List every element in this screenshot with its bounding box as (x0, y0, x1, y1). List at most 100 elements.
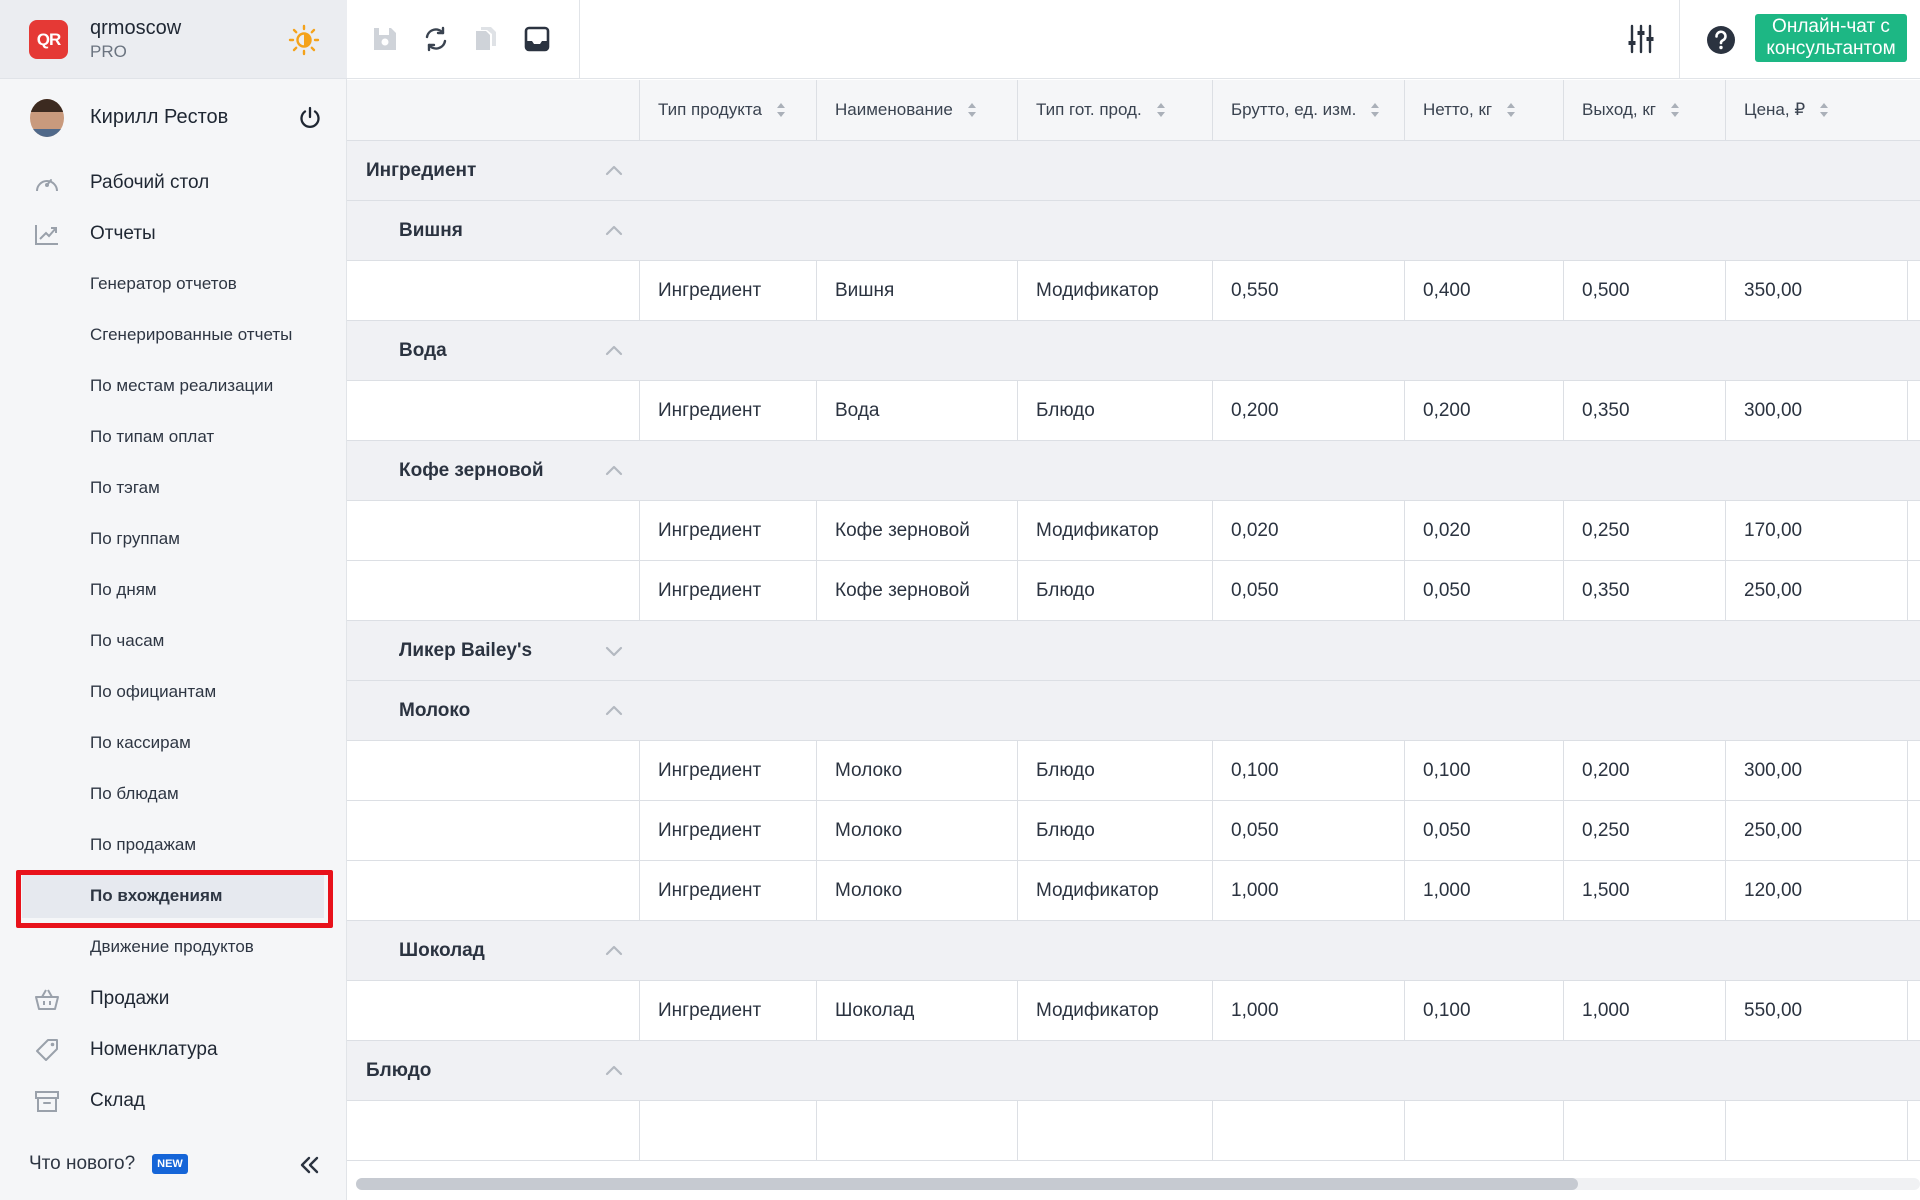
nav-sub-label: По часам (90, 631, 165, 650)
cell-gross: 0,050 (1212, 561, 1404, 620)
online-chat-button[interactable]: Онлайн-чат с консультантом (1755, 14, 1907, 62)
table-row: Ингредиент Молоко Блюдо 0,100 0,100 0,200 300,… (347, 741, 1920, 801)
nav-item-reports[interactable]: Отчеты (0, 211, 347, 257)
help-icon[interactable] (1705, 24, 1737, 56)
cell-name: Молоко (816, 861, 1017, 920)
column-header-label: Выход, кг (1582, 100, 1656, 119)
chevron-up-icon[interactable] (602, 159, 626, 183)
cell-product-type: Ингредиент (639, 501, 816, 560)
refresh-icon[interactable] (421, 24, 451, 54)
chevron-down-icon[interactable] (602, 639, 626, 663)
nav-sub-by-tags[interactable]: По тэгам (0, 465, 347, 511)
nav-sub-by-waiters[interactable]: По официантам (0, 669, 347, 715)
group-label: Вода (399, 339, 447, 361)
sort-icon[interactable] (1156, 101, 1166, 119)
cell-price: 250,00 (1725, 801, 1907, 860)
header-cell-yield[interactable]: Выход, кг (1563, 80, 1725, 140)
sort-icon[interactable] (1370, 101, 1380, 119)
header-cell-ready-product-type[interactable]: Тип гот. прод. (1017, 80, 1212, 140)
nav-sub-label: По блюдам (90, 784, 179, 803)
nav-sub-by-dishes[interactable]: По блюдам (0, 771, 347, 817)
nav-sub-label: По продажам (90, 835, 197, 854)
chevron-up-icon[interactable] (602, 459, 626, 483)
nav-sub-by-cashiers[interactable]: По кассирам (0, 720, 347, 766)
overflow-cell (1907, 261, 1920, 320)
nav-sub-label: По дням (90, 580, 157, 599)
nav-item-dashboard[interactable]: Рабочий стол (0, 160, 347, 206)
horizontal-scrollbar-thumb[interactable] (356, 1178, 1578, 1190)
header-cell-net[interactable]: Нетто, кг (1404, 80, 1563, 140)
cell-product-type: Ингредиент (639, 261, 816, 320)
save-icon[interactable] (370, 24, 400, 54)
cell-gross: 0,200 (1212, 381, 1404, 440)
chevron-up-icon[interactable] (602, 939, 626, 963)
header-cell-name[interactable]: Наименование (816, 80, 1017, 140)
cell-price: 300,00 (1725, 741, 1907, 800)
cell-gross: 0,050 (1212, 801, 1404, 860)
column-settings-icon[interactable] (1624, 22, 1658, 56)
cell-gross (1212, 1101, 1404, 1160)
nav-sub-by-days[interactable]: По дням (0, 567, 347, 613)
nav-sub-product-movement[interactable]: Движение продуктов (0, 924, 347, 970)
chevron-up-icon[interactable] (602, 219, 626, 243)
cell-name (816, 1101, 1017, 1160)
sort-icon[interactable] (1819, 101, 1829, 119)
cell-yield: 1,000 (1563, 981, 1725, 1040)
nav-sub-generated-reports[interactable]: Сгенерированные отчеты (0, 312, 347, 358)
cell-yield (1563, 1101, 1725, 1160)
column-header-label: Тип продукта (658, 100, 762, 119)
chevron-up-icon[interactable] (602, 699, 626, 723)
overflow-cell (1907, 981, 1920, 1040)
cell-ready-product-type: Блюдо (1017, 561, 1212, 620)
nav-sub-label: По кассирам (90, 733, 191, 752)
cell-product-type: Ингредиент (639, 801, 816, 860)
group-row-level-2: Вишня (347, 201, 1920, 261)
table-row: Ингредиент Кофе зерновой Модификатор 0,020 0… (347, 501, 1920, 561)
user-name: Кирилл Рестов (90, 106, 229, 128)
nav-item-sales[interactable]: Продажи (0, 976, 347, 1022)
chevron-up-icon[interactable] (602, 339, 626, 363)
cell-net: 0,100 (1404, 981, 1563, 1040)
sort-icon[interactable] (776, 101, 786, 119)
toolbar: Онлайн-чат с консультантом (347, 0, 1920, 79)
copy-icon[interactable] (471, 24, 501, 54)
header-cell-gross[interactable]: Брутто, ед. изм. (1212, 80, 1404, 140)
cell-product-type: Ингредиент (639, 981, 816, 1040)
cell-yield: 0,350 (1563, 381, 1725, 440)
cell-name: Шоколад (816, 981, 1017, 1040)
nav-sub-by-hours[interactable]: По часам (0, 618, 347, 664)
nav-item-nomenclature[interactable]: Номенклатура (0, 1027, 347, 1073)
cell-net (1404, 1101, 1563, 1160)
nav-sub-by-payment-types[interactable]: По типам оплат (0, 414, 347, 460)
nav-label: Продажи (90, 988, 170, 1009)
cell-ready-product-type (1017, 1101, 1212, 1160)
nav-sub-by-groups[interactable]: По группам (0, 516, 347, 562)
nav-sub-report-generator[interactable]: Генератор отчетов (0, 261, 347, 307)
cell-price (1725, 1101, 1907, 1160)
header-cell-product-type[interactable]: Тип продукта (639, 80, 816, 140)
whats-new-link[interactable]: Что нового? (29, 1153, 135, 1175)
logout-power-icon[interactable] (296, 104, 324, 132)
group-spacer-cell (347, 741, 639, 800)
sort-icon[interactable] (1506, 101, 1516, 119)
chevron-up-icon[interactable] (602, 1059, 626, 1083)
nav-sub-by-places[interactable]: По местам реализации (0, 363, 347, 409)
cell-ready-product-type: Блюдо (1017, 381, 1212, 440)
dashboard-icon (34, 171, 60, 195)
archive-icon (34, 1089, 60, 1113)
collapse-sidebar-icon[interactable] (296, 1152, 322, 1178)
column-header-label: Цена, ₽ (1744, 100, 1806, 119)
header-cell-price[interactable]: Цена, ₽ (1725, 80, 1907, 140)
nav-sub-by-entries[interactable]: По вхождениям (0, 873, 347, 919)
inbox-icon[interactable] (522, 24, 552, 54)
theme-toggle-icon[interactable] (288, 24, 320, 56)
cell-yield: 0,250 (1563, 801, 1725, 860)
nav-item-warehouse[interactable]: Склад (0, 1078, 347, 1124)
table-row: Ингредиент Вишня Модификатор 0,550 0,400 0,50… (347, 261, 1920, 321)
sort-icon[interactable] (967, 101, 977, 119)
sort-icon[interactable] (1670, 101, 1680, 119)
brand-logo[interactable]: QR (29, 20, 68, 59)
table-row: Ингредиент Шоколад Модификатор 1,000 0,100 1,… (347, 981, 1920, 1041)
avatar[interactable] (30, 99, 64, 137)
nav-sub-by-sales[interactable]: По продажам (0, 822, 347, 868)
